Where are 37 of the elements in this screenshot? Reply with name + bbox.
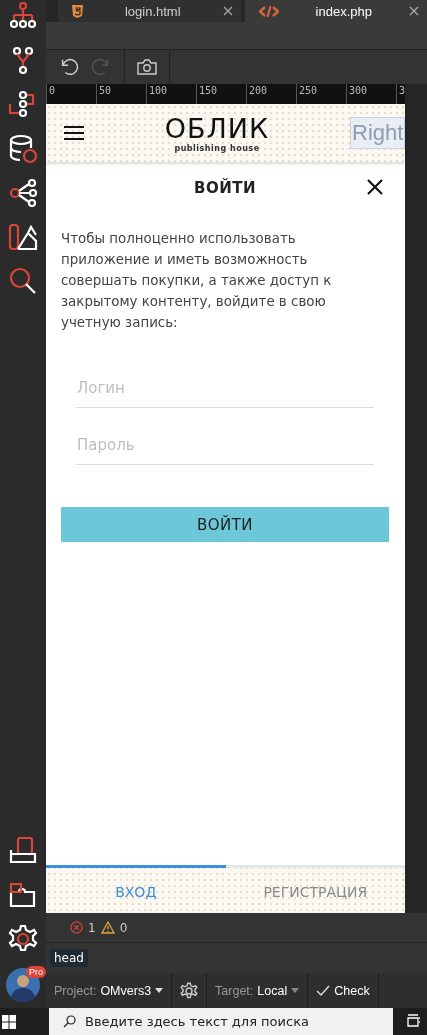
html-file-icon [72,4,83,18]
code-icon [258,4,279,18]
close-icon[interactable] [409,6,419,16]
logo: ОБЛИК [164,113,270,144]
settings-icon[interactable] [8,924,38,954]
input-field[interactable]: Пароль [76,430,374,465]
search-icon [63,1015,76,1028]
close-button[interactable] [367,179,383,195]
close-icon[interactable] [222,6,233,16]
login-button[interactable]: ВОЙТИ [61,507,389,542]
search-icon[interactable] [8,266,38,296]
camera-button[interactable] [137,58,157,76]
input-field[interactable]: Логин [76,373,374,408]
editor-tab[interactable]: login.html [58,0,241,22]
checkmark-icon [316,984,331,997]
taskbar-search-field[interactable]: Введите здесь текст для поиска [49,1008,393,1035]
windows-icon[interactable] [2,1014,16,1029]
error-icon[interactable] [70,921,83,934]
task-view-icon[interactable] [407,1013,421,1030]
right-label: Right [350,117,405,149]
editor-tab[interactable]: index.php [244,0,427,22]
caret-icon [155,988,164,993]
menu-button[interactable] [64,126,84,140]
devices-icon[interactable] [8,836,38,866]
breadcrumb-tag[interactable]: head [50,949,88,967]
modal-title: ВОЙТИ [194,179,256,197]
caret-icon [291,988,300,993]
gear-icon [180,981,199,1000]
error-count: 1 [88,920,96,935]
share-icon[interactable] [8,178,38,208]
pro-badge: Pro [26,966,46,978]
warning-count: 0 [119,920,128,935]
tagline: publishing house [174,143,260,153]
warning-icon[interactable] [100,921,115,934]
login-description: Чтобы полноценно использовать приложение и иметь возможность совершать покупки, а также доступ к закрытому контенту, войдите в свою учетную запись: [61,230,333,332]
palette-icon[interactable] [8,222,38,252]
database-icon[interactable] [8,134,38,164]
